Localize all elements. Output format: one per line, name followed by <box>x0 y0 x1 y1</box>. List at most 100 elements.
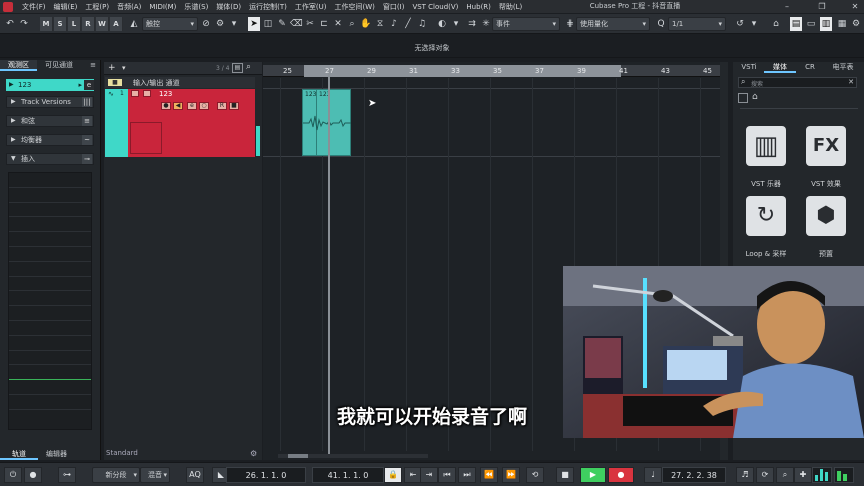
menu-score[interactable]: 乐谱(S) <box>180 2 212 12</box>
forward-icon[interactable]: ⏩ <box>502 467 520 483</box>
menu-hub[interactable]: Hub(R) <box>462 3 494 11</box>
tab-meter[interactable]: 电平表 <box>826 62 860 73</box>
menu-workspaces[interactable]: 工作空间(W) <box>331 2 379 12</box>
minimize-icon[interactable]: – <box>780 1 794 12</box>
loops-samples-icon[interactable]: ↻ <box>746 196 786 236</box>
glue-tool-icon[interactable]: ⊏ <box>318 17 330 31</box>
insert-slot[interactable] <box>9 173 91 188</box>
quantize-select[interactable]: 1/1 ▾ <box>668 17 726 31</box>
redo-icon[interactable]: ↷ <box>18 17 30 31</box>
tab-inspector[interactable]: 观测区 <box>0 60 37 71</box>
section-track-versions[interactable]: ▶ Track Versions ||| <box>6 96 94 108</box>
suspend-icon[interactable]: ⊘ <box>200 17 212 31</box>
project-cursor[interactable] <box>328 68 330 454</box>
marker-icon[interactable]: ✚ <box>794 467 812 483</box>
position-display-icon[interactable]: ♩ <box>644 467 662 483</box>
insert-slot[interactable] <box>9 262 91 277</box>
quantize-icon[interactable]: Q <box>655 17 667 31</box>
comp-tool-icon[interactable]: ✋ <box>360 17 372 31</box>
track-visibility-icon[interactable]: ▤ <box>232 63 243 73</box>
home-icon[interactable]: ⌂ <box>752 92 758 102</box>
tab-tracks[interactable]: 轨道 <box>0 449 38 460</box>
read-button[interactable]: R <box>217 102 227 110</box>
nudge-dropdown-icon[interactable]: ▾ <box>450 17 462 31</box>
automation-mode-select[interactable]: 触控 ▾ <box>142 17 198 31</box>
menu-icon[interactable]: ≡ <box>86 60 100 71</box>
presets-icon[interactable]: ⬢ <box>806 196 846 236</box>
media-search-field[interactable]: ⌕ 搜索 ✕ <box>738 77 857 88</box>
audio-event[interactable]: 123 123 <box>302 89 351 156</box>
menu-vst-cloud[interactable]: VST Cloud(V) <box>408 3 462 11</box>
time-warp-tool-icon[interactable]: ⧖ <box>374 17 386 31</box>
insert-slot[interactable] <box>9 336 91 351</box>
play-icon[interactable]: ▶ <box>580 467 606 483</box>
audio-track[interactable]: 123 ● ◀ e ○ R ■ <box>128 89 255 157</box>
snap-type-select[interactable]: 事件 ▾ <box>492 17 560 31</box>
mute-button[interactable] <box>131 90 139 97</box>
insert-slot[interactable] <box>9 277 91 292</box>
go-to-end-icon[interactable]: ⏭ <box>458 467 476 483</box>
cycle-record-mode-icon[interactable]: ⊶ <box>58 467 76 483</box>
menu-window[interactable]: 窗口(I) <box>379 2 409 12</box>
insert-slot[interactable] <box>9 203 91 218</box>
insert-slot[interactable] <box>9 380 91 395</box>
menu-edit[interactable]: 编辑(E) <box>50 2 82 12</box>
settings-gear-icon[interactable]: ⚙ <box>850 17 862 31</box>
right-locator-field[interactable]: 41. 1. 1. 0 <box>312 467 384 483</box>
settings-dropdown-icon[interactable]: ▾ <box>748 17 760 31</box>
erase-tool-icon[interactable]: ⌫ <box>290 17 303 31</box>
insert-slot[interactable] <box>9 395 91 410</box>
insert-slot[interactable] <box>9 188 91 203</box>
menu-file[interactable]: 文件(F) <box>18 2 50 12</box>
insert-slot[interactable] <box>9 247 91 262</box>
speaker-tool-icon[interactable]: ♪ <box>388 17 400 31</box>
draw-tool-icon[interactable]: ✎ <box>276 17 288 31</box>
locator-range[interactable] <box>304 65 621 77</box>
menu-midi[interactable]: MIDI(M) <box>145 3 180 11</box>
autoscroll-icon[interactable]: ⇉ <box>466 17 478 31</box>
record-mode-icon[interactable]: ● <box>24 467 42 483</box>
automation-mode-icon[interactable]: ◭ <box>128 17 140 31</box>
auto-quantize-button[interactable]: AQ <box>186 467 204 483</box>
rewind-icon[interactable]: ⏪ <box>480 467 498 483</box>
left-zone-icon[interactable]: ▤ <box>790 17 802 31</box>
search-icon[interactable]: ⌕ <box>246 62 251 72</box>
write-button[interactable]: ■ <box>229 102 239 110</box>
line-tool-icon[interactable]: ╱ <box>402 17 414 31</box>
loop-icon[interactable]: ↺ <box>734 17 746 31</box>
inspector-track-name[interactable]: ▶ 123 ▸ e <box>6 79 94 91</box>
insert-slot[interactable] <box>9 365 91 381</box>
tab-cr[interactable]: CR <box>798 62 822 73</box>
insert-slot[interactable] <box>9 306 91 321</box>
edit-channel-button[interactable]: e <box>187 102 197 110</box>
sync-icon[interactable]: ⟳ <box>756 467 774 483</box>
record-enable-button[interactable]: ● <box>161 102 171 110</box>
checkbox[interactable] <box>738 93 748 103</box>
insert-slot[interactable] <box>9 321 91 336</box>
lower-zone-icon[interactable]: ▭ <box>805 17 817 31</box>
left-locator-field[interactable]: 26. 1. 1. 0 <box>226 467 306 483</box>
grid-type-select[interactable]: 使用量化 ▾ <box>576 17 650 31</box>
dropdown-icon[interactable]: ▾ <box>228 17 240 31</box>
mute-toggle[interactable]: M <box>40 17 53 31</box>
cycle-icon[interactable]: ⟲ <box>526 467 544 483</box>
edit-channel-icon[interactable]: e <box>84 80 94 90</box>
tempo-icon[interactable]: ⌕ <box>776 467 794 483</box>
record-icon[interactable]: ● <box>608 467 634 483</box>
punch-out-icon[interactable]: ⇥ <box>420 467 438 483</box>
nudge-icon[interactable]: ◐ <box>436 17 448 31</box>
listen-toggle[interactable]: L <box>68 17 81 31</box>
mix-mode-select[interactable]: 混音 ▾ <box>140 467 170 483</box>
stop-icon[interactable]: ■ <box>556 467 574 483</box>
solo-button[interactable] <box>143 90 151 97</box>
metronome-icon[interactable]: ♬ <box>736 467 754 483</box>
folder-track[interactable]: ■ 输入/输出 通道 <box>105 77 255 88</box>
object-selection-tool-icon[interactable]: ➤ <box>248 17 260 31</box>
track-preset[interactable]: Standard <box>106 449 138 457</box>
lock-icon[interactable]: 🔒 <box>384 467 402 483</box>
primary-time-display[interactable]: 27. 2. 2. 38 <box>662 467 726 483</box>
tab-editor[interactable]: 编辑器 <box>38 449 75 460</box>
split-tool-icon[interactable]: ✂ <box>304 17 316 31</box>
nav-icon[interactable]: ⌂ <box>770 17 782 31</box>
menu-media[interactable]: 媒体(D) <box>212 2 245 12</box>
